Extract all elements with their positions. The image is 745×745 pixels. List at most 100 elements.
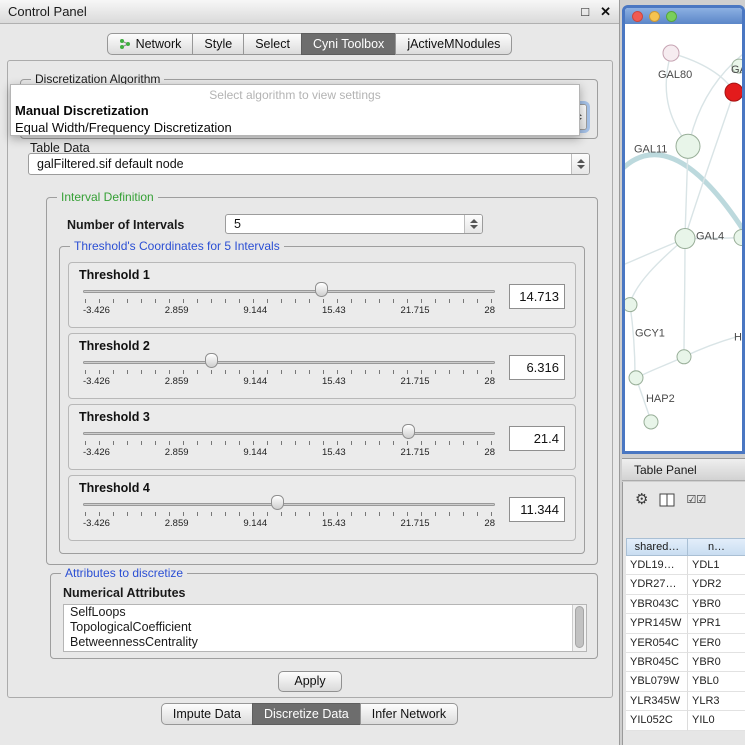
slider-thumb[interactable] xyxy=(402,424,415,439)
table-cell[interactable]: YDR27… xyxy=(626,575,688,594)
minimize-icon[interactable] xyxy=(649,11,660,22)
slider-track xyxy=(83,361,495,364)
node-circle[interactable] xyxy=(663,45,679,61)
apply-button[interactable]: Apply xyxy=(278,671,342,692)
tab-infer-network[interactable]: Infer Network xyxy=(360,703,458,725)
node-circle[interactable] xyxy=(734,229,742,245)
node-circle[interactable] xyxy=(676,134,700,158)
tab-jactivemnodules[interactable]: jActiveMNodules xyxy=(395,33,512,55)
interval-definition-group: Interval Definition Number of Intervals … xyxy=(46,197,598,565)
node-label: HAP2 xyxy=(646,393,675,405)
slider-ticks xyxy=(85,441,493,445)
table-data-combobox[interactable]: galFiltered.sif default node xyxy=(28,153,590,175)
table-cell[interactable]: YIL0 xyxy=(688,711,745,730)
threshold-4-block: Threshold 4 -3.4262.8599.14415.4321.7152… xyxy=(68,475,576,541)
slider-track xyxy=(83,503,495,506)
threshold-2-value[interactable]: 6.316 xyxy=(509,355,565,380)
number-of-intervals-combobox[interactable]: 5 xyxy=(225,214,483,234)
slider-thumb[interactable] xyxy=(271,495,284,510)
list-item[interactable]: SelfLoops xyxy=(64,605,586,620)
list-scrollbar[interactable] xyxy=(572,605,586,651)
table-cell[interactable]: YBL079W xyxy=(626,672,688,691)
table-cell[interactable]: YLR3 xyxy=(688,692,745,711)
network-canvas[interactable]: GAL80 GAL11 GAL4 GCY1 HAP2 GA H xyxy=(625,24,742,451)
table-data-value: galFiltered.sif default node xyxy=(37,157,184,171)
threshold-3-slider[interactable]: -3.4262.8599.14415.4321.71528 xyxy=(83,405,495,469)
table-cell[interactable]: YDR2 xyxy=(688,575,745,594)
columns-icon[interactable] xyxy=(659,493,675,507)
threshold-2-slider[interactable]: -3.4262.8599.14415.4321.71528 xyxy=(83,334,495,398)
column-header[interactable]: n… xyxy=(688,538,745,556)
column-header[interactable]: shared… xyxy=(626,538,688,556)
bottom-tab-bar: Impute Data Discretize Data Infer Networ… xyxy=(0,703,619,725)
slider-thumb[interactable] xyxy=(315,282,328,297)
table-cell[interactable]: YER054C xyxy=(626,634,688,653)
table-cell[interactable]: YPR1 xyxy=(688,614,745,633)
tab-style[interactable]: Style xyxy=(192,33,244,55)
network-window-titlebar xyxy=(625,8,742,24)
tab-cyni-toolbox[interactable]: Cyni Toolbox xyxy=(301,33,396,55)
list-item[interactable]: TopologicalCoefficient xyxy=(64,620,586,635)
node-label: H xyxy=(734,332,742,344)
table-cell[interactable]: YPR145W xyxy=(626,614,688,633)
algorithm-dropdown-popup: Select algorithm to view settings Manual… xyxy=(10,84,580,136)
node-selected-red[interactable] xyxy=(725,83,742,101)
select-all-icon[interactable]: ☑ xyxy=(686,494,696,506)
scrollbar-thumb[interactable] xyxy=(575,606,584,648)
node-circle[interactable] xyxy=(629,371,643,385)
node-circle[interactable] xyxy=(675,228,695,248)
node-label: GAL11 xyxy=(634,143,667,155)
cyni-toolbox-panel: Discretization Algorithm Table Data galF… xyxy=(7,60,613,698)
node-table: shared… n… YDL19… YDL1 YDR27… YDR2 YBR04… xyxy=(626,538,745,731)
minimize-icon[interactable]: □ xyxy=(581,0,589,24)
window-title: Control Panel xyxy=(8,4,87,19)
slider-ticks xyxy=(85,370,493,374)
table-cell[interactable]: YIL052C xyxy=(626,711,688,730)
threshold-1-slider[interactable]: -3.4262.8599.14415.4321.71528 xyxy=(83,263,495,327)
control-panel-window: Control Panel □ ✕ Network Style Select C… xyxy=(0,0,620,745)
close-icon[interactable]: ✕ xyxy=(600,0,611,24)
attributes-list[interactable]: SelfLoops TopologicalCoefficient Between… xyxy=(63,604,587,652)
table-cell[interactable]: YLR345W xyxy=(626,692,688,711)
table-cell[interactable]: YBL0 xyxy=(688,672,745,691)
desktop: Control Panel □ ✕ Network Style Select C… xyxy=(0,0,745,745)
network-graph: GAL80 GAL11 GAL4 GCY1 HAP2 GA H xyxy=(625,24,742,451)
node-circle[interactable] xyxy=(677,350,691,364)
table-cell[interactable]: YBR043C xyxy=(626,595,688,614)
slider-scale: -3.4262.8599.14415.4321.71528 xyxy=(83,447,495,458)
group-title: Interval Definition xyxy=(57,190,158,204)
list-item[interactable]: BetweennessCentrality xyxy=(64,635,586,650)
dropdown-item-manual[interactable]: Manual Discretization xyxy=(11,102,579,119)
threshold-4-slider[interactable]: -3.4262.8599.14415.4321.71528 xyxy=(83,476,495,540)
node-circle[interactable] xyxy=(644,415,658,429)
table-cell[interactable]: YDL19… xyxy=(626,556,688,575)
tab-impute-data[interactable]: Impute Data xyxy=(161,703,253,725)
threshold-1-value[interactable]: 14.713 xyxy=(509,284,565,309)
combobox-stepper-icon xyxy=(464,215,482,233)
node-circle[interactable] xyxy=(625,298,637,312)
slider-thumb[interactable] xyxy=(205,353,218,368)
table-cell[interactable]: YBR0 xyxy=(688,595,745,614)
threshold-1-block: Threshold 1 -3.4262.8599.14415.4321.7152… xyxy=(68,262,576,328)
threshold-4-value[interactable]: 11.344 xyxy=(509,497,565,522)
slider-scale: -3.4262.8599.14415.4321.71528 xyxy=(83,305,495,316)
tab-select[interactable]: Select xyxy=(243,33,302,55)
dropdown-item-equal-width[interactable]: Equal Width/Frequency Discretization xyxy=(11,119,579,136)
zoom-icon[interactable] xyxy=(666,11,677,22)
network-view-window: GAL80 GAL11 GAL4 GCY1 HAP2 GA H xyxy=(622,5,745,454)
threshold-3-value[interactable]: 21.4 xyxy=(509,426,565,451)
gear-icon[interactable]: ⚙ xyxy=(635,492,648,507)
table-cell[interactable]: YER0 xyxy=(688,634,745,653)
select-none-icon[interactable]: ☑ xyxy=(696,494,706,506)
table-cell[interactable]: YDL1 xyxy=(688,556,745,575)
node-label: GA xyxy=(731,64,742,76)
slider-scale: -3.4262.8599.14415.4321.71528 xyxy=(83,518,495,529)
table-cell[interactable]: YBR045C xyxy=(626,653,688,672)
close-icon[interactable] xyxy=(632,11,643,22)
tab-network[interactable]: Network xyxy=(107,33,194,55)
table-cell[interactable]: YBR0 xyxy=(688,653,745,672)
threshold-2-block: Threshold 2 -3.4262.8599.14415.4321.7152… xyxy=(68,333,576,399)
number-of-intervals-value: 5 xyxy=(234,217,241,231)
slider-track xyxy=(83,432,495,435)
tab-discretize-data[interactable]: Discretize Data xyxy=(252,703,361,725)
